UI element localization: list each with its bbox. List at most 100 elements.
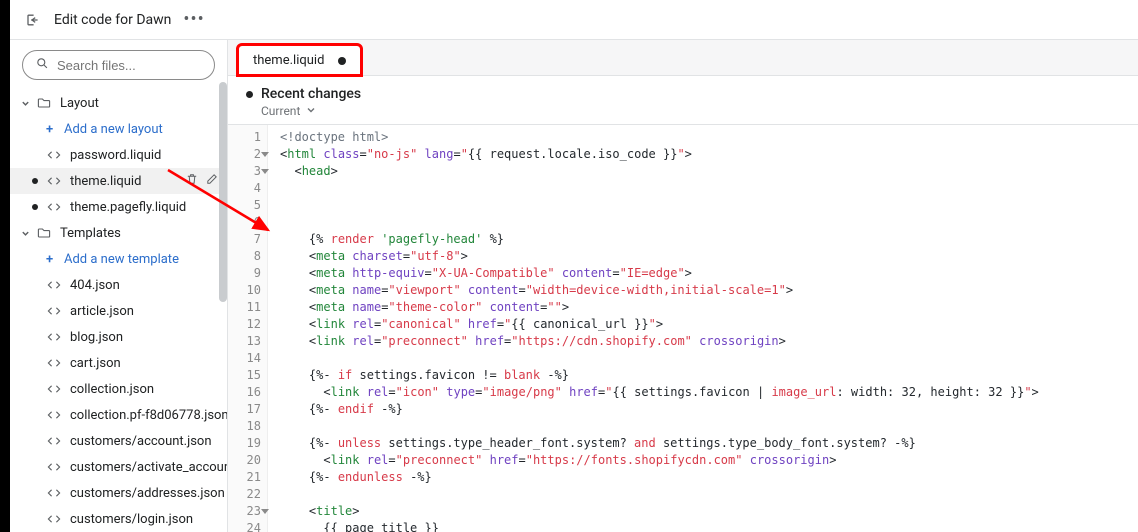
version-label: Current xyxy=(261,104,300,118)
code-editor[interactable]: 1234567891011121314151617181920212223242… xyxy=(228,125,1138,532)
tab-label: theme.liquid xyxy=(253,53,324,68)
file-label: customers/activate_account.json xyxy=(70,460,227,475)
code-file-icon xyxy=(46,381,62,397)
code-line[interactable]: <meta http-equiv="X-UA-Compatible" conte… xyxy=(280,265,1138,282)
file-label: customers/account.json xyxy=(70,434,212,449)
file-item[interactable]: theme.liquid xyxy=(10,168,227,194)
file-item[interactable]: customers/activate_account.json xyxy=(10,454,227,480)
line-number: 14 xyxy=(228,350,261,367)
code-line[interactable]: {%- unless settings.type_header_font.sys… xyxy=(280,435,1138,452)
line-number: 24 xyxy=(228,520,261,532)
folder-layout[interactable]: Layout xyxy=(10,90,227,116)
file-label: password.liquid xyxy=(70,148,161,163)
folder-templates[interactable]: Templates xyxy=(10,220,227,246)
file-label: 404.json xyxy=(70,278,120,293)
line-number: 6 xyxy=(228,214,261,231)
code-line[interactable] xyxy=(280,197,1138,214)
file-label: customers/login.json xyxy=(70,512,193,527)
line-number: 15 xyxy=(228,367,261,384)
file-label: customers/addresses.json xyxy=(70,486,225,501)
search-input[interactable] xyxy=(57,58,233,73)
code-line[interactable]: <meta name="theme-color" content=""> xyxy=(280,299,1138,316)
code-line[interactable]: {%- endunless -%} xyxy=(280,469,1138,486)
file-label: cart.json xyxy=(70,356,121,371)
file-label: theme.liquid xyxy=(70,174,141,189)
file-item[interactable]: customers/login.json xyxy=(10,506,227,532)
exit-icon[interactable] xyxy=(22,10,42,30)
file-label: article.json xyxy=(70,304,134,319)
line-number: 16 xyxy=(228,384,261,401)
line-number: 1 xyxy=(228,129,261,146)
code-line[interactable]: <meta name="viewport" content="width=dev… xyxy=(280,282,1138,299)
file-item[interactable]: article.json xyxy=(10,298,227,324)
version-selector[interactable]: Current xyxy=(246,104,1120,118)
code-content[interactable]: <!doctype html><html class="no-js" lang=… xyxy=(268,125,1138,532)
code-line[interactable]: <link rel="preconnect" href="https://fon… xyxy=(280,452,1138,469)
file-item[interactable]: collection.json xyxy=(10,376,227,402)
add-layout[interactable]: +Add a new layout xyxy=(10,116,227,142)
code-line[interactable]: <link rel="canonical" href="{{ canonical… xyxy=(280,316,1138,333)
code-line[interactable]: <meta charset="utf-8"> xyxy=(280,248,1138,265)
delete-icon[interactable] xyxy=(185,172,199,190)
chevron-down-icon xyxy=(20,98,30,108)
line-number: 17 xyxy=(228,401,261,418)
code-file-icon xyxy=(46,433,62,449)
code-line[interactable] xyxy=(280,180,1138,197)
page-title: Edit code for Dawn xyxy=(54,12,171,28)
recent-changes-bar: Recent changes Current xyxy=(228,76,1138,125)
add-label: Add a new layout xyxy=(64,122,163,137)
file-tree: Layout+Add a new layoutpassword.liquidth… xyxy=(10,90,227,532)
code-line[interactable]: <head> xyxy=(280,163,1138,180)
code-line[interactable]: {{ page_title }} xyxy=(280,520,1138,532)
search-input-wrap[interactable] xyxy=(22,50,215,80)
file-item[interactable]: theme.pagefly.liquid xyxy=(10,194,227,220)
code-line[interactable]: <title> xyxy=(280,503,1138,520)
code-line[interactable] xyxy=(280,418,1138,435)
code-line[interactable]: {%- endif -%} xyxy=(280,401,1138,418)
plus-icon: + xyxy=(46,252,53,267)
file-item[interactable]: cart.json xyxy=(10,350,227,376)
code-file-icon xyxy=(46,355,62,371)
more-actions-icon[interactable]: ••• xyxy=(183,11,204,29)
line-number: 3 xyxy=(228,163,261,180)
tab-bar: theme.liquid xyxy=(228,40,1138,76)
line-number: 21 xyxy=(228,469,261,486)
file-label: theme.pagefly.liquid xyxy=(70,200,186,215)
line-number: 9 xyxy=(228,265,261,282)
file-item[interactable]: 404.json xyxy=(10,272,227,298)
code-line[interactable]: {%- if settings.favicon != blank -%} xyxy=(280,367,1138,384)
code-file-icon xyxy=(46,511,62,527)
code-file-icon xyxy=(46,485,62,501)
rename-icon[interactable] xyxy=(205,172,219,190)
line-number: 10 xyxy=(228,282,261,299)
line-number: 22 xyxy=(228,486,261,503)
file-item[interactable]: blog.json xyxy=(10,324,227,350)
folder-label: Layout xyxy=(60,96,99,111)
file-item[interactable]: password.liquid xyxy=(10,142,227,168)
code-line[interactable]: <html class="no-js" lang="{{ request.loc… xyxy=(280,146,1138,163)
code-line[interactable]: <!doctype html> xyxy=(280,129,1138,146)
code-line[interactable]: <link rel="preconnect" href="https://cdn… xyxy=(280,333,1138,350)
code-line[interactable] xyxy=(280,486,1138,503)
scrollbar-thumb[interactable] xyxy=(219,82,227,302)
tab-theme-liquid[interactable]: theme.liquid xyxy=(238,45,361,75)
add-templates[interactable]: +Add a new template xyxy=(10,246,227,272)
file-item[interactable]: customers/addresses.json xyxy=(10,480,227,506)
code-line[interactable] xyxy=(280,350,1138,367)
file-label: collection.pf-f8d06778.json xyxy=(70,408,227,423)
line-number: 7 xyxy=(228,231,261,248)
file-item[interactable]: collection.pf-f8d06778.json xyxy=(10,402,227,428)
line-number: 11 xyxy=(228,299,261,316)
code-file-icon xyxy=(46,147,62,163)
code-line[interactable] xyxy=(280,214,1138,231)
code-line[interactable]: {% render 'pagefly-head' %} xyxy=(280,231,1138,248)
folder-label: Templates xyxy=(60,226,121,241)
code-file-icon xyxy=(46,199,62,215)
line-number: 2 xyxy=(228,146,261,163)
chevron-down-icon xyxy=(306,104,316,118)
search-icon xyxy=(35,56,49,74)
file-item[interactable]: customers/account.json xyxy=(10,428,227,454)
code-line[interactable]: <link rel="icon" type="image/png" href="… xyxy=(280,384,1138,401)
bullet-icon xyxy=(246,91,253,98)
line-number: 4 xyxy=(228,180,261,197)
